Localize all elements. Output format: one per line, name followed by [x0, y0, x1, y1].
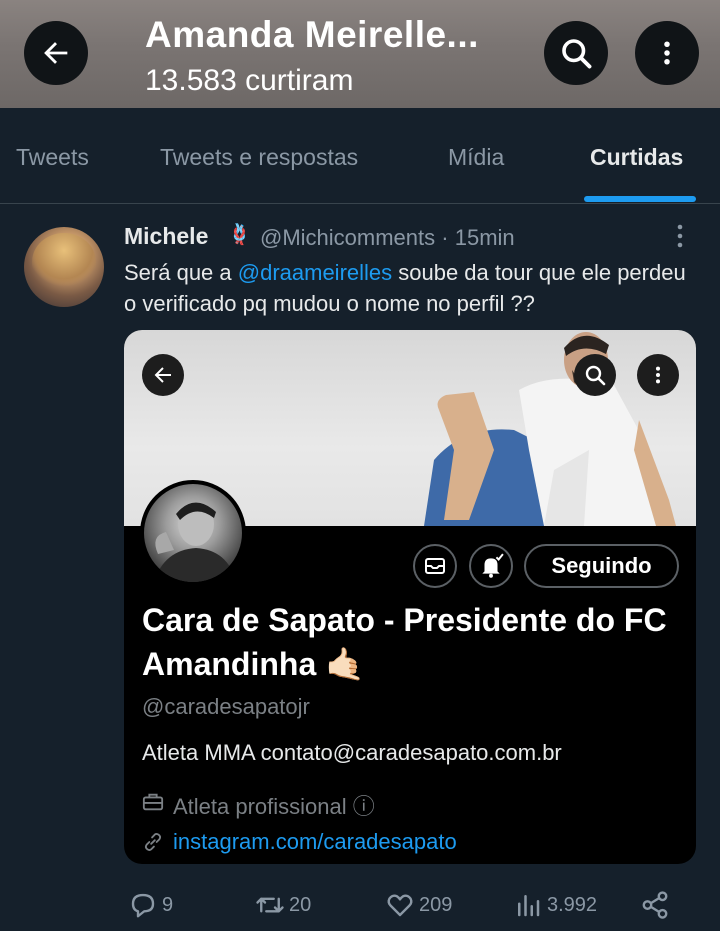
- embed-profile-person: [154, 502, 236, 582]
- bar-chart-icon: [518, 895, 540, 917]
- embed-search-button: [574, 354, 616, 396]
- more-options-button[interactable]: [635, 21, 699, 85]
- back-button[interactable]: [24, 21, 88, 85]
- back-arrow-icon: [44, 42, 68, 64]
- tweet-mention[interactable]: @draameirelles: [238, 260, 392, 285]
- embed-back-button: [142, 354, 184, 396]
- share-icon: [642, 891, 668, 919]
- avatar[interactable]: [24, 227, 104, 307]
- tab-likes[interactable]: Curtidas: [590, 144, 683, 171]
- like-button[interactable]: 209: [385, 889, 452, 921]
- tab-tweets[interactable]: Tweets: [16, 144, 89, 171]
- mail-icon: [425, 558, 445, 574]
- meta-separator: ·: [441, 225, 449, 250]
- reply-icon: [131, 893, 155, 918]
- link-icon: [144, 833, 162, 851]
- briefcase-icon: [142, 793, 164, 811]
- embed-profile-photo: [140, 480, 246, 586]
- more-vertical-icon: [664, 41, 670, 65]
- tweet-time[interactable]: 15min: [455, 225, 515, 250]
- more-vertical-icon: [655, 366, 661, 384]
- back-arrow-icon: [154, 367, 171, 383]
- author-handle[interactable]: @Michicomments: [260, 225, 435, 250]
- bell-check-icon: [482, 553, 504, 578]
- search-icon: [585, 365, 606, 386]
- profile-header: Amanda Meirelle... 13.583 curtiram: [0, 0, 720, 108]
- heart-icon: [387, 894, 413, 917]
- embed-profile-link: instagram.com/caradesapato: [173, 829, 457, 854]
- retweet-count: 20: [289, 893, 312, 916]
- tweet-text-before: Será que a: [124, 260, 238, 285]
- reply-button[interactable]: 9: [128, 889, 173, 921]
- like-count: 209: [419, 893, 453, 916]
- search-button[interactable]: [544, 21, 608, 85]
- tab-tweets-and-replies[interactable]: Tweets e respostas: [160, 144, 358, 171]
- tweet-text: Será que a @draameirelles soube da tour …: [124, 257, 694, 319]
- share-button[interactable]: [640, 889, 670, 921]
- active-tab-indicator: [584, 196, 696, 202]
- embed-profile-category: Atleta profissional ⓘ: [173, 794, 375, 819]
- embed-profile-name: Cara de Sapato - Presidente do FC Amandi…: [142, 602, 667, 682]
- retweet-button[interactable]: 20: [255, 889, 311, 921]
- avatar-photo: [32, 233, 96, 291]
- reply-count: 9: [162, 893, 174, 916]
- embed-notify-button: [469, 544, 513, 588]
- view-count: 3.992: [547, 893, 598, 916]
- author-emoji-badge: 🪢: [227, 224, 252, 246]
- embed-following-button: Seguindo: [524, 544, 679, 588]
- embed-more-button: [637, 354, 679, 396]
- embed-profile-bio: Atleta MMA contato@caradesapato.com.br: [142, 740, 562, 765]
- tweet-image[interactable]: Seguindo Cara de Sapato - Presidente do …: [124, 330, 696, 864]
- views-button[interactable]: 3.992: [513, 889, 597, 921]
- search-icon: [562, 39, 592, 69]
- author-name[interactable]: Michele: [124, 223, 208, 250]
- tab-media[interactable]: Mídia: [448, 144, 504, 171]
- retweet-icon: [256, 897, 284, 913]
- embed-profile-handle: @caradesapatojr: [142, 694, 310, 719]
- likes-count: 13.583 curtiram: [145, 64, 354, 97]
- tweet-more-icon[interactable]: [668, 222, 692, 250]
- profile-name: Amanda Meirelle...: [145, 14, 479, 55]
- author-meta: @Michicomments · 15min: [260, 225, 515, 251]
- profile-tabs: Tweets Tweets e respostas Mídia Curtidas: [0, 108, 720, 204]
- embed-message-button: [413, 544, 457, 588]
